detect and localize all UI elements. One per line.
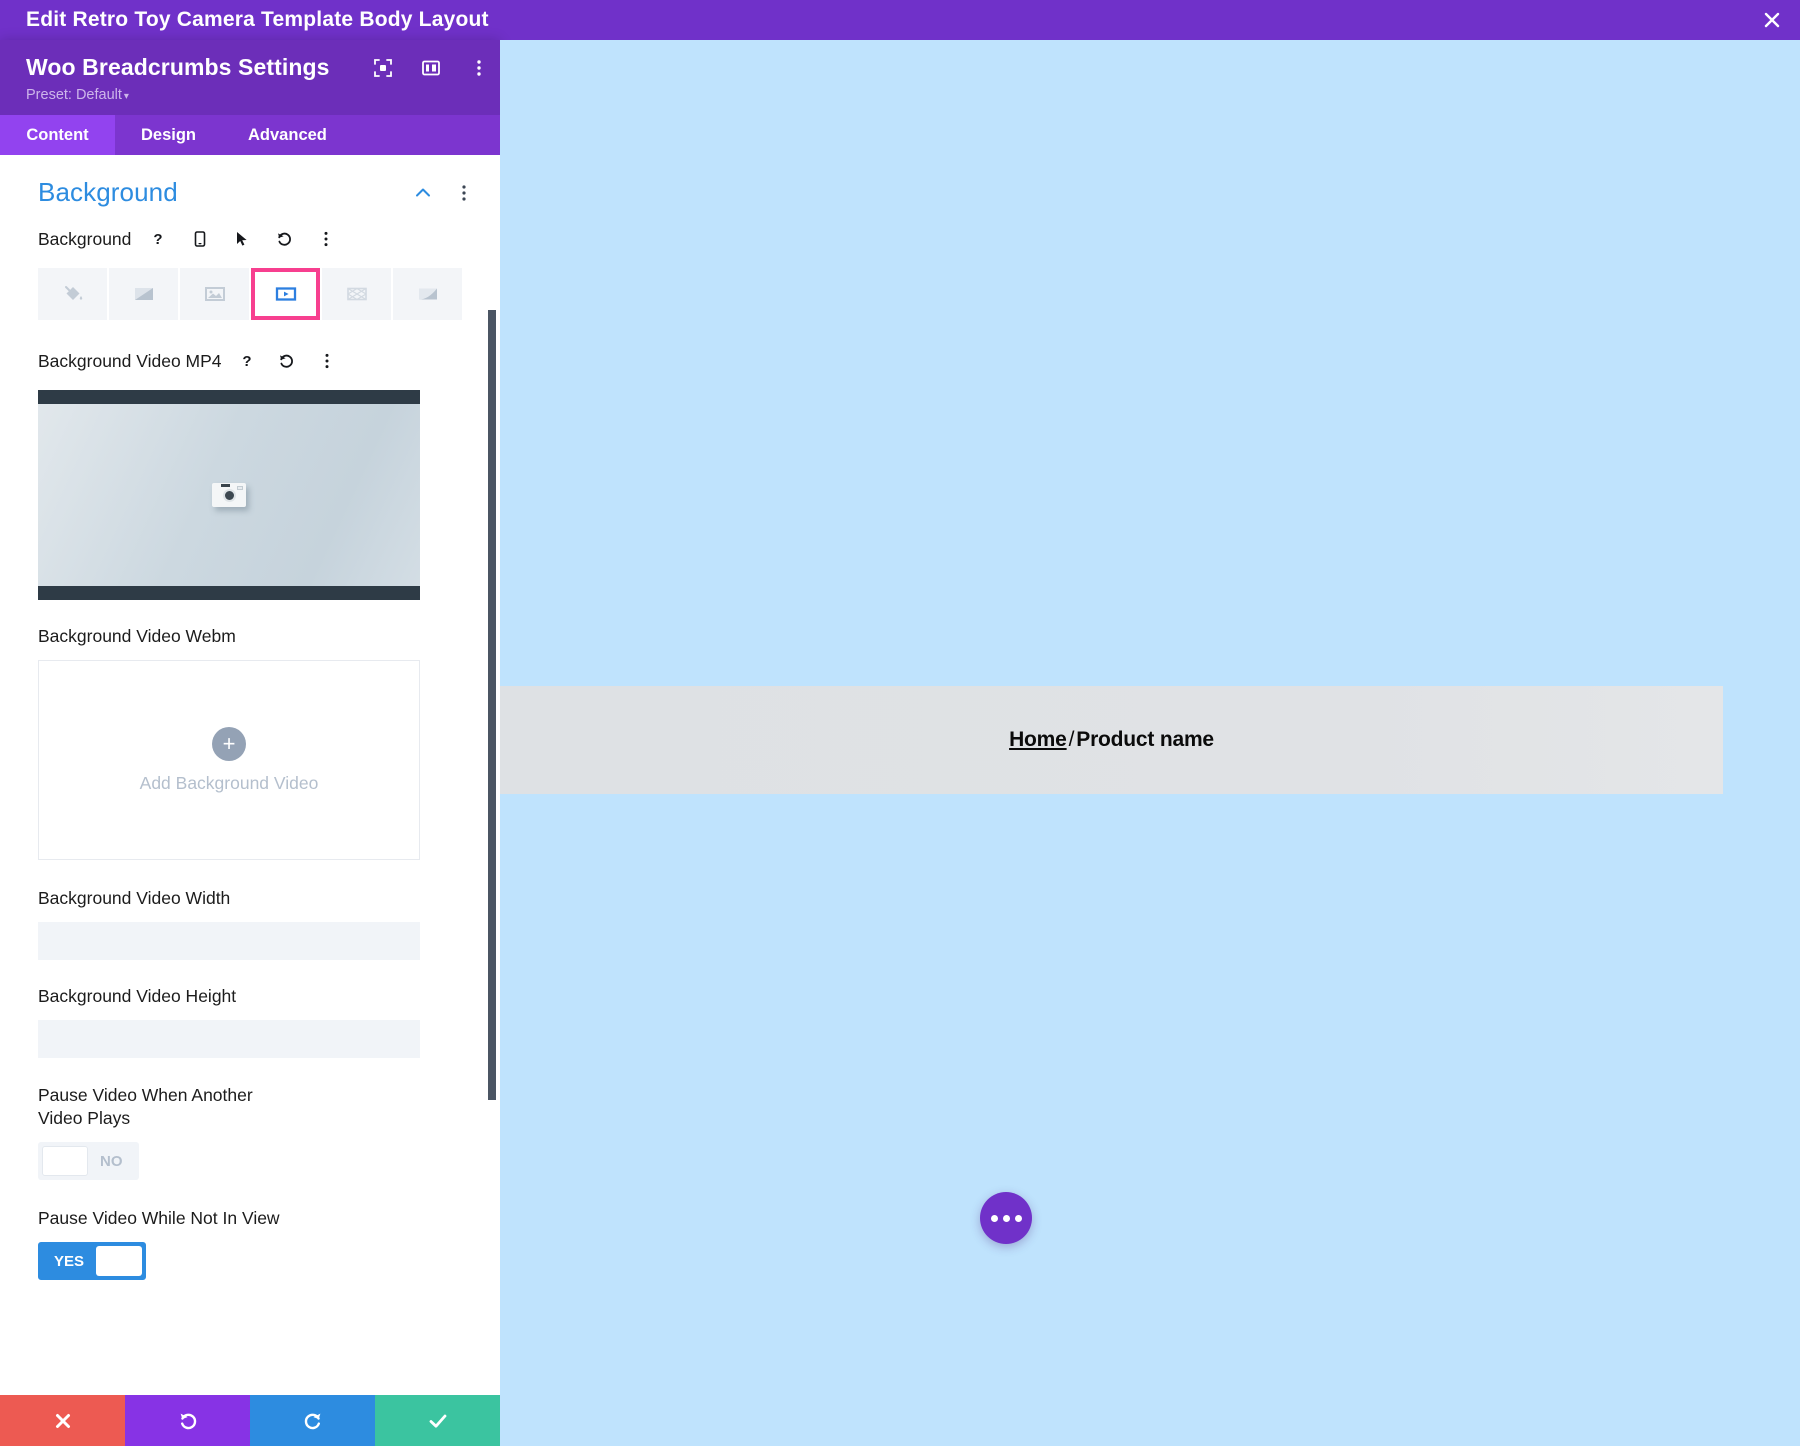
horizontal-dots-icon [1014, 1214, 1022, 1222]
preset-selector[interactable]: Preset: Default ▾ [26, 87, 474, 103]
panel-tabs: Content Design Advanced [0, 115, 500, 155]
cursor-icon[interactable] [227, 224, 257, 254]
video-preview-thumbnail[interactable] [38, 390, 420, 600]
video-width-input[interactable] [38, 922, 420, 960]
plus-icon: + [212, 726, 246, 761]
redo-button[interactable] [250, 1395, 375, 1446]
pause-video-other-label: Pause Video When Another Video Plays [38, 1085, 253, 1129]
breadcrumb-current: Product name [1076, 728, 1214, 751]
background-video-mp4-field: Background Video MP4 ? [0, 346, 500, 600]
layout-columns-icon[interactable] [420, 57, 442, 79]
chevron-up-icon[interactable] [412, 182, 434, 204]
cancel-button[interactable] [0, 1395, 125, 1446]
vertical-dots-icon[interactable] [311, 224, 341, 254]
background-type-options [38, 268, 462, 320]
toggle-knob [42, 1146, 88, 1177]
panel-scrollbar-track[interactable] [488, 155, 496, 1395]
save-button[interactable] [375, 1395, 500, 1446]
undo-button[interactable] [125, 1395, 250, 1446]
video-letterbox-top [38, 390, 420, 404]
reset-icon[interactable] [272, 346, 302, 376]
video-webm-label: Background Video Webm [38, 626, 236, 646]
focus-target-icon[interactable] [372, 57, 394, 79]
background-video-width-field: Background Video Width [0, 888, 500, 960]
panel-title: Woo Breadcrumbs Settings [26, 54, 330, 80]
add-background-video-label: Add Background Video [139, 772, 319, 793]
background-image-icon[interactable] [180, 268, 249, 320]
breadcrumb: Home/Product name [1009, 728, 1214, 752]
breadcrumb-separator: / [1068, 728, 1075, 751]
background-type-field: Background ? [0, 224, 500, 320]
background-mask-icon[interactable] [393, 268, 462, 320]
page-settings-fab[interactable] [980, 1192, 1032, 1244]
pause-video-not-in-view-label: Pause Video While Not In View [38, 1208, 280, 1229]
close-icon[interactable] [1744, 0, 1800, 40]
background-section-header: Background [0, 155, 500, 224]
horizontal-dots-icon [990, 1214, 998, 1222]
pause-video-other-toggle[interactable]: NO [38, 1142, 139, 1181]
background-video-icon[interactable] [251, 268, 320, 320]
pause-video-not-in-view-toggle[interactable]: YES [38, 1242, 147, 1281]
breadcrumb-link-home[interactable]: Home [1009, 728, 1067, 751]
reset-icon[interactable] [269, 224, 299, 254]
panel-scroll-area: Background Background ? Background Video… [0, 155, 500, 1395]
add-background-video-button[interactable]: + Add Background Video [38, 660, 420, 860]
mobile-icon[interactable] [185, 224, 215, 254]
settings-panel: Woo Breadcrumbs Settings Preset: Default… [0, 40, 500, 1446]
camera-thumbnail-icon [212, 483, 246, 507]
video-height-input[interactable] [38, 1020, 420, 1058]
svg-text:?: ? [154, 231, 163, 248]
vertical-dots-icon[interactable] [468, 57, 490, 79]
panel-scrollbar-thumb[interactable] [488, 310, 496, 1100]
woo-breadcrumbs-module[interactable]: Home/Product name [500, 686, 1723, 794]
vertical-dots-icon[interactable] [312, 346, 342, 376]
pause-video-not-in-view-state: YES [54, 1252, 85, 1270]
window-title: Edit Retro Toy Camera Template Body Layo… [26, 8, 489, 31]
toggle-knob [96, 1246, 143, 1277]
background-gradient-icon[interactable] [109, 268, 178, 320]
tab-advanced[interactable]: Advanced [222, 115, 353, 155]
background-field-label: Background [38, 228, 132, 249]
horizontal-dots-icon [1002, 1214, 1010, 1222]
tab-design[interactable]: Design [115, 115, 222, 155]
tab-content[interactable]: Content [0, 115, 115, 155]
pause-video-other-field: Pause Video When Another Video Plays NO [0, 1084, 500, 1181]
background-video-height-field: Background Video Height [0, 986, 500, 1058]
background-color-icon[interactable] [38, 268, 107, 320]
panel-header-icon-group [372, 57, 490, 79]
background-video-webm-field: Background Video Webm + Add Background V… [0, 626, 500, 860]
window-titlebar: Edit Retro Toy Camera Template Body Layo… [0, 0, 1800, 40]
section-menu-icon[interactable] [454, 183, 474, 203]
help-icon[interactable]: ? [232, 346, 262, 376]
svg-text:?: ? [242, 353, 251, 370]
preset-label: Preset: Default [26, 87, 122, 103]
page-preview-canvas: Home/Product name [500, 40, 1800, 1446]
video-mp4-label: Background Video MP4 [38, 350, 222, 371]
panel-action-bar [0, 1395, 500, 1446]
panel-header: Woo Breadcrumbs Settings Preset: Default… [0, 40, 500, 115]
video-height-label: Background Video Height [38, 986, 237, 1006]
video-letterbox-bottom [38, 586, 420, 600]
background-pattern-icon[interactable] [322, 268, 391, 320]
pause-video-other-state: NO [100, 1152, 123, 1170]
pause-video-not-in-view-field: Pause Video While Not In View YES [0, 1207, 500, 1281]
chevron-down-icon: ▾ [123, 91, 129, 102]
section-title: Background [38, 177, 178, 207]
panel-body: Background Background ? Background Video… [0, 155, 500, 1395]
help-icon[interactable]: ? [143, 224, 173, 254]
app-screen: Edit Retro Toy Camera Template Body Layo… [0, 0, 1800, 1446]
video-width-label: Background Video Width [38, 888, 231, 908]
